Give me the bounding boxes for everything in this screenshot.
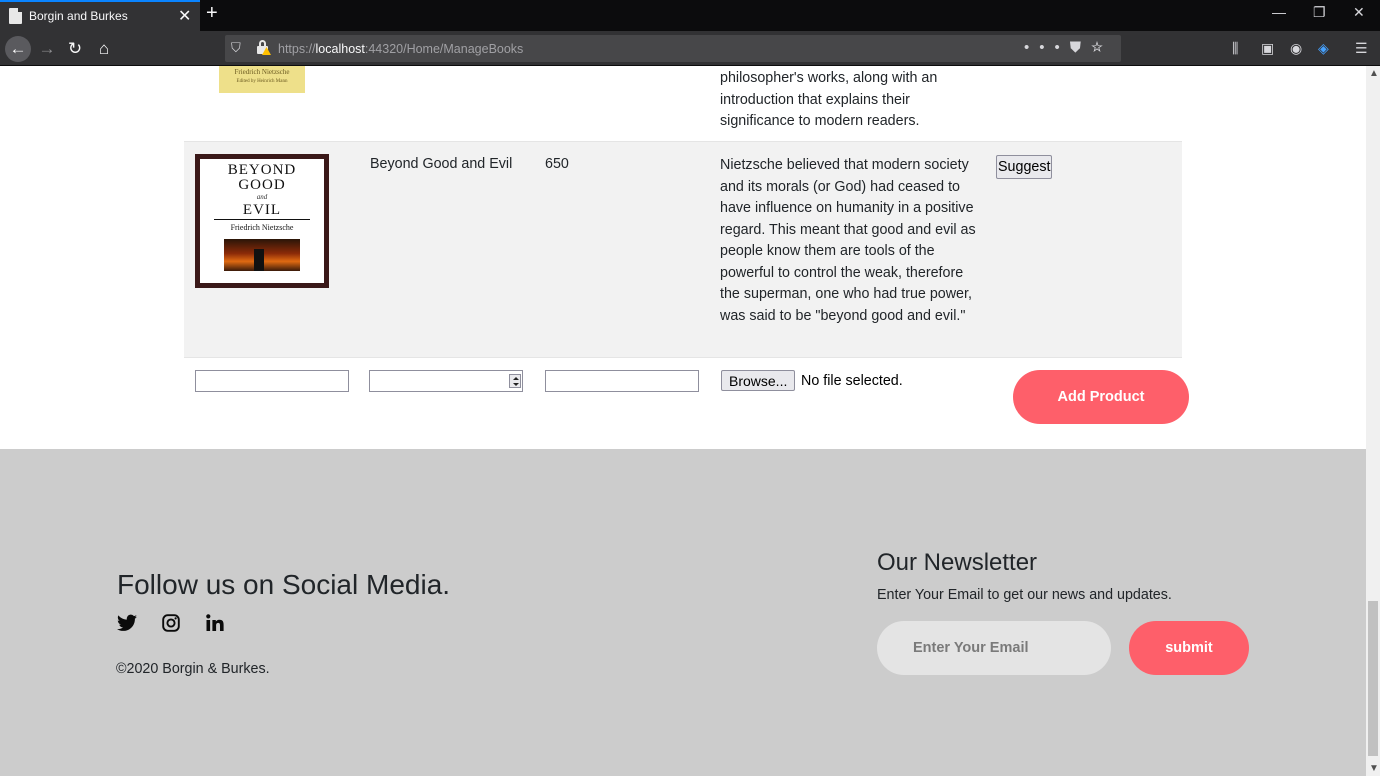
description-input[interactable] [545, 370, 699, 392]
suggest-button[interactable]: Suggest [996, 155, 1053, 179]
account-icon[interactable]: ◉ [1290, 40, 1302, 57]
quantity-stepper[interactable] [369, 370, 523, 392]
instagram-icon[interactable] [162, 614, 180, 637]
restore-icon[interactable]: ❐ [1313, 4, 1326, 21]
bookmark-star-icon[interactable]: ☆ [1091, 39, 1113, 56]
back-icon[interactable]: ← [5, 36, 31, 62]
library-icon[interactable]: ⫼ [1232, 40, 1238, 57]
pocket-icon[interactable]: ⛊ [1070, 39, 1091, 56]
url-text[interactable]: https://localhost:44320/Home/ManageBooks [278, 42, 523, 56]
email-input[interactable] [877, 621, 1111, 675]
file-status-text: No file selected. [801, 373, 903, 389]
menu-icon[interactable]: ☰ [1355, 40, 1368, 57]
close-tab-icon[interactable]: ✕ [178, 6, 191, 26]
linkedin-icon[interactable] [206, 614, 224, 637]
forward-icon[interactable]: → [34, 36, 60, 62]
stepper-arrows-icon[interactable] [509, 374, 521, 388]
book-description: Nietzsche believed that modern society a… [720, 157, 976, 324]
scroll-down-icon[interactable]: ▼ [1369, 763, 1379, 774]
page-viewport: Friedrich Nietzsche Edited by Heinrich M… [0, 66, 1366, 776]
add-product-button[interactable]: Add Product [1013, 370, 1189, 424]
tab-title: Borgin and Burkes [29, 9, 128, 23]
browser-tab-bar: Borgin and Burkes ✕ + — ❐ ✕ [0, 0, 1380, 31]
book-price: 650 [545, 156, 569, 172]
book-title: Beyond Good and Evil [370, 156, 513, 172]
scroll-thumb[interactable] [1368, 601, 1378, 756]
new-tab-icon[interactable]: + [206, 2, 218, 25]
twitter-icon[interactable] [117, 614, 137, 637]
page-actions-icon[interactable]: ••• [1024, 39, 1070, 56]
tracking-shield-icon[interactable]: ⛉ [231, 40, 241, 56]
browse-file-button[interactable]: Browse... [721, 370, 796, 391]
follow-heading: Follow us on Social Media. [117, 569, 451, 600]
page-icon [9, 8, 22, 24]
table-row: Friedrich Nietzsche Edited by Heinrich M… [184, 66, 1182, 142]
sidebar-icon[interactable]: ▣ [1261, 40, 1274, 57]
submit-button[interactable]: submit [1129, 621, 1249, 675]
url-bar[interactable]: ⛉ https://localhost:44320/Home/ManageBoo… [225, 35, 1121, 62]
browser-nav-bar: ← → ↻ ⌂ ⛉ https://localhost:44320/Home/M… [0, 31, 1380, 66]
scroll-up-icon[interactable]: ▲ [1369, 68, 1379, 79]
reload-icon[interactable]: ↻ [62, 36, 88, 62]
title-input[interactable] [195, 370, 349, 392]
newsletter-subtitle: Enter Your Email to get our news and upd… [877, 587, 1172, 603]
table-row: BEYOND GOOD and EVIL Friedrich Nietzsche… [184, 142, 1182, 358]
newsletter-heading: Our Newsletter [877, 549, 1038, 576]
book-cover-image: Friedrich Nietzsche Edited by Heinrich M… [219, 66, 305, 93]
page-scrollbar[interactable]: ▲ ▼ [1366, 66, 1380, 776]
book-cover-image: BEYOND GOOD and EVIL Friedrich Nietzsche [195, 154, 329, 288]
book-description: philosopher's works, along with an intro… [720, 70, 938, 129]
close-window-icon[interactable]: ✕ [1353, 4, 1365, 21]
insecure-lock-icon[interactable] [257, 40, 271, 55]
extension-icon[interactable]: ◈ [1318, 40, 1329, 57]
minimize-icon[interactable]: — [1272, 4, 1286, 20]
copyright-text: ©2020 Borgin & Burkes. [116, 661, 270, 677]
footer: Follow us on Social Media. ©2020 Borgin … [0, 449, 1366, 776]
home-icon[interactable]: ⌂ [91, 36, 117, 62]
browser-tab[interactable]: Borgin and Burkes ✕ [0, 0, 200, 31]
